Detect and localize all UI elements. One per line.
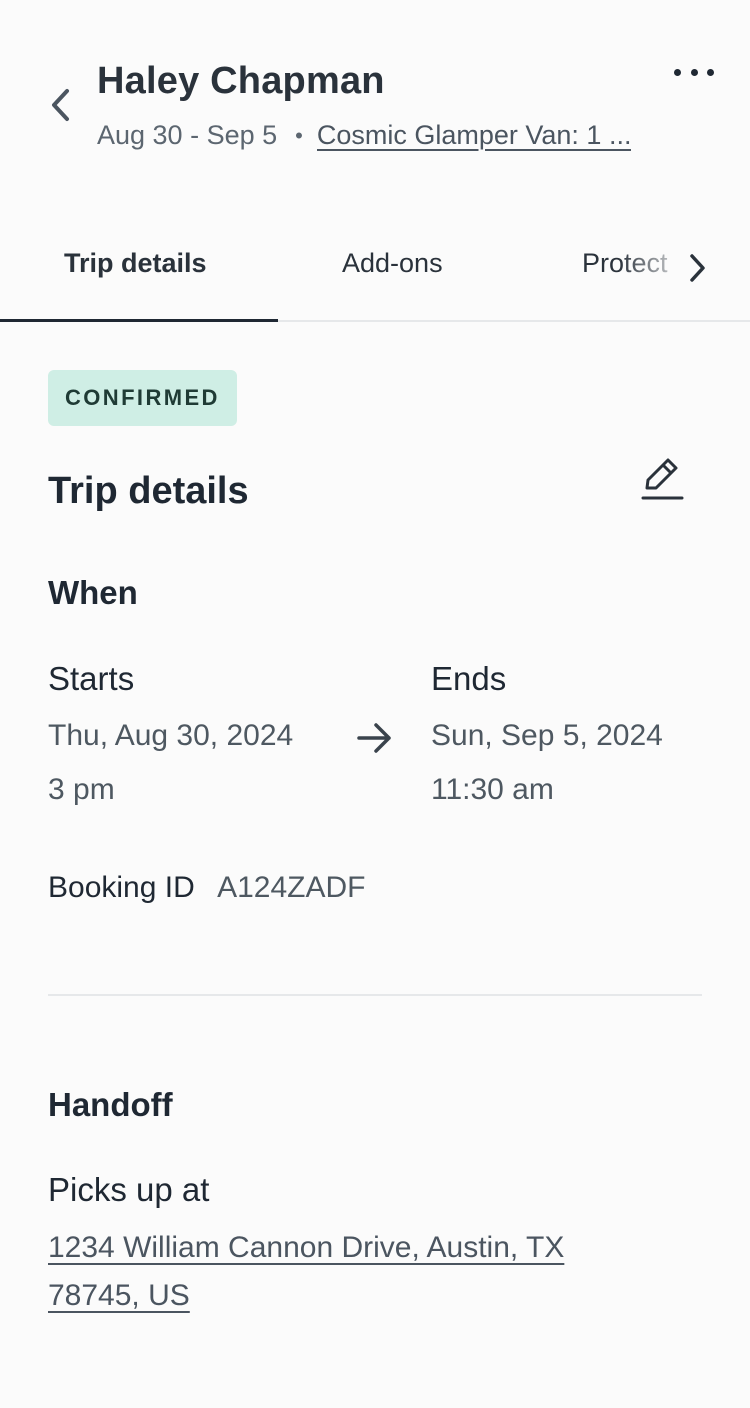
booking-id-label: Booking ID bbox=[48, 871, 195, 904]
booking-id-row: Booking ID A124ZADF bbox=[48, 871, 365, 905]
section-title: Trip details bbox=[48, 470, 249, 512]
starts-label: Starts bbox=[48, 660, 135, 697]
more-dot bbox=[707, 68, 714, 76]
vehicle-link[interactable]: Cosmic Glamper Van: 1 ... bbox=[317, 120, 632, 151]
handoff-title: Handoff bbox=[48, 1086, 173, 1123]
trip-subline: Aug 30 - Sep 5 • Cosmic Glamper Van: 1 .… bbox=[97, 120, 631, 151]
more-horizontal-icon bbox=[674, 68, 681, 76]
more-dot bbox=[690, 68, 698, 76]
edit-trip-button[interactable] bbox=[636, 452, 688, 504]
back-button[interactable] bbox=[40, 82, 80, 128]
chevron-right-icon bbox=[690, 254, 705, 282]
tab-add-ons[interactable]: Add-ons bbox=[342, 248, 443, 279]
more-options-button[interactable] bbox=[674, 58, 714, 86]
booking-id-value: A124ZADF bbox=[217, 871, 366, 904]
page-header: Haley Chapman Aug 30 - Sep 5 • Cosmic Gl… bbox=[0, 0, 750, 200]
end-date: Sun, Sep 5, 2024 bbox=[431, 719, 663, 752]
trip-dates: Aug 30 - Sep 5 bbox=[97, 120, 278, 150]
tab-bar: Trip details Add-ons Protect bbox=[0, 222, 750, 322]
section-divider bbox=[48, 994, 702, 996]
when-label: When bbox=[48, 574, 138, 611]
chevron-left-icon bbox=[52, 89, 69, 121]
tab-protection[interactable]: Protect bbox=[582, 248, 674, 279]
edit-pencil-icon bbox=[641, 458, 684, 500]
active-tab-indicator bbox=[0, 319, 278, 322]
arrow-right-icon bbox=[357, 723, 391, 753]
separator-dot: • bbox=[295, 122, 303, 148]
ends-label: Ends bbox=[431, 660, 507, 697]
start-time: 3 pm bbox=[48, 773, 115, 806]
tabs-next-button[interactable] bbox=[680, 250, 714, 286]
pickup-address-link[interactable]: 1234 William Cannon Drive, Austin, TX 78… bbox=[48, 1224, 648, 1320]
start-date: Thu, Aug 30, 2024 bbox=[48, 719, 294, 752]
end-time: 11:30 am bbox=[431, 773, 554, 806]
pickup-label: Picks up at bbox=[48, 1171, 210, 1208]
guest-name: Haley Chapman bbox=[97, 60, 385, 102]
status-badge: CONFIRMED bbox=[48, 370, 237, 426]
tab-trip-details[interactable]: Trip details bbox=[64, 248, 207, 279]
